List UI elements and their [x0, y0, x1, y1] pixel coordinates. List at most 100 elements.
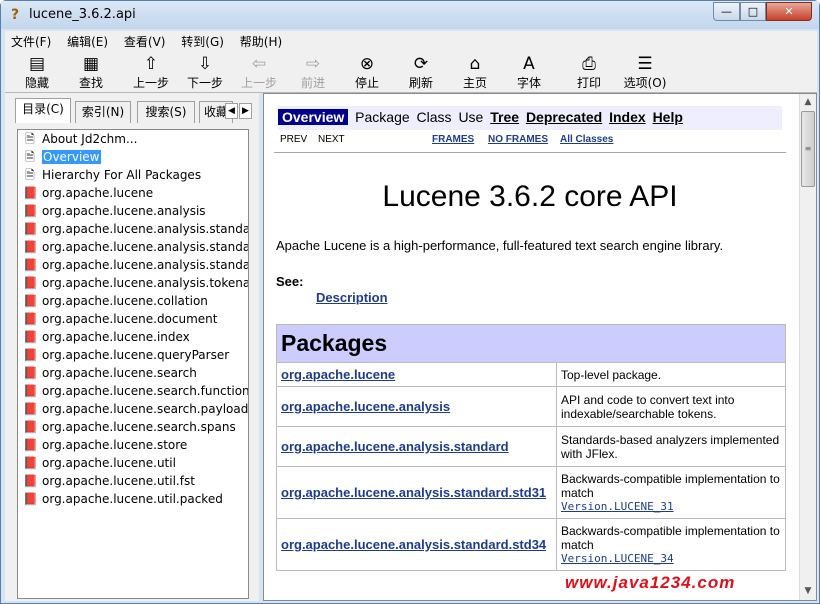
toolbar-button-label: 打印	[576, 76, 601, 90]
tab-scroll-left-icon[interactable]: ◀	[225, 103, 238, 119]
close-button[interactable]: ✕	[766, 2, 812, 21]
tree-item-label: org.apache.lucene.collation	[42, 294, 208, 308]
toolbar-button-label: 隐藏	[24, 76, 49, 90]
stop-icon: ⊗	[359, 54, 375, 74]
table-row: org.apache.lucene Top-level package.	[276, 362, 786, 387]
tree-item[interactable]: 📕 org.apache.lucene.util.packed	[18, 490, 248, 508]
nav-overview: Overview	[278, 109, 349, 125]
all-classes-link[interactable]: All Classes	[560, 134, 613, 145]
book-icon: 📕	[23, 222, 38, 236]
package-description: Backwards-compatible implementation to m…	[561, 524, 780, 552]
table-row: org.apache.lucene.analysis.standard Stand…	[276, 426, 786, 467]
tree-item-label: org.apache.lucene.analysis.standard	[42, 258, 249, 272]
toolbar-button-6[interactable]: ⊗ 停止	[341, 54, 393, 91]
tab-index[interactable]: 索引(N)	[75, 101, 131, 123]
nav-use: Use	[458, 109, 484, 125]
nav-tree-link[interactable]: Tree	[490, 109, 519, 125]
menu-go[interactable]: 转到(G)	[175, 31, 230, 52]
nav-package: Package	[355, 109, 410, 125]
nav-help-link[interactable]: Help	[653, 109, 683, 125]
tree-item[interactable]: 📕 org.apache.lucene.analysis.tokenattr	[18, 274, 248, 292]
tab-search[interactable]: 搜索(S)	[137, 101, 195, 123]
toolbar-button-5[interactable]: ⇨ 前进	[287, 54, 339, 91]
nav-index-link[interactable]: Index	[609, 109, 646, 125]
tree-item-label: org.apache.lucene.analysis	[42, 204, 206, 218]
toolbar-button-9[interactable]: A 字体	[503, 54, 555, 91]
table-row: org.apache.lucene.analysis.standard.std3…	[276, 518, 786, 571]
toolbar-button-2[interactable]: ⇧ 上一步	[125, 54, 177, 91]
book-icon: 📕	[23, 240, 38, 254]
scroll-up-icon[interactable]: ▲	[800, 94, 816, 111]
tree-item[interactable]: 📕 org.apache.lucene.collation	[18, 292, 248, 310]
package-link[interactable]: org.apache.lucene.analysis.standard	[281, 439, 509, 454]
frames-link[interactable]: FRAMES	[432, 134, 474, 145]
book-icon: 📕	[23, 438, 38, 452]
tree-item[interactable]: 📕 org.apache.lucene.search	[18, 364, 248, 382]
no-frames-link[interactable]: NO FRAMES	[488, 134, 548, 145]
tree-item[interactable]: 📕 org.apache.lucene.search.function	[18, 382, 248, 400]
book-icon: 📕	[23, 312, 38, 326]
tree-item[interactable]: 📕 org.apache.lucene.search.payloads	[18, 400, 248, 418]
tree-item[interactable]: 📕 org.apache.lucene.analysis.standard	[18, 220, 248, 238]
toolbar-button-10[interactable]: ⎙ 打印	[563, 54, 615, 91]
book-icon: 📕	[23, 204, 38, 218]
navigation-pane: 目录(C) 索引(N) 搜索(S) 收藏 ◀ ▶ 🗎 About Jd2chm..…	[5, 93, 259, 601]
menu-view[interactable]: 查看(V)	[118, 31, 172, 52]
package-link[interactable]: org.apache.lucene.analysis.standard.std3…	[281, 485, 546, 500]
scroll-down-icon[interactable]: ▼	[800, 583, 816, 600]
tree-item-label: About Jd2chm...	[42, 132, 138, 146]
tree-item[interactable]: 📕 org.apache.lucene.util	[18, 454, 248, 472]
window-title: lucene_3.6.2.api	[29, 7, 136, 22]
tree-item-label: org.apache.lucene.analysis.standard	[42, 240, 249, 254]
menu-help[interactable]: 帮助(H)	[234, 31, 288, 52]
tree-item[interactable]: 📕 org.apache.lucene.analysis.standard	[18, 238, 248, 256]
tree-item[interactable]: 📕 org.apache.lucene.analysis	[18, 202, 248, 220]
toolbar-button-11[interactable]: ☰ 选项(O)	[619, 54, 671, 91]
version-link[interactable]: Version.LUCENE_34	[561, 552, 781, 565]
maximize-button[interactable]: □	[740, 2, 766, 21]
package-link[interactable]: org.apache.lucene.analysis.standard.std3…	[281, 537, 546, 552]
tree-item[interactable]: 📕 org.apache.lucene.document	[18, 310, 248, 328]
scroll-thumb[interactable]: ≡	[801, 111, 815, 187]
toolbar-button-8[interactable]: ⌂ 主页	[449, 54, 501, 91]
help-question-icon: ?	[10, 7, 20, 23]
package-link[interactable]: org.apache.lucene.analysis	[281, 399, 450, 414]
package-name-cell: org.apache.lucene.analysis.standard.std3…	[276, 518, 557, 571]
content-pane: Overview Package Class Use Tree Deprecat…	[263, 93, 817, 601]
tree-item[interactable]: 📕 org.apache.lucene.store	[18, 436, 248, 454]
toolbar-button-7[interactable]: ⟳ 刷新	[395, 54, 447, 91]
sub-nav: PREV NEXT FRAMES NO FRAMES All Classes	[278, 132, 782, 148]
find-icon: ▦	[82, 54, 100, 74]
packages-table: Packages org.apache.lucene Top-level pack…	[276, 324, 786, 571]
tree-item[interactable]: 📕 org.apache.lucene.queryParser	[18, 346, 248, 364]
tree-item[interactable]: 📕 org.apache.lucene.analysis.standard	[18, 256, 248, 274]
tree-item[interactable]: 📕 org.apache.lucene.util.fst	[18, 472, 248, 490]
menu-edit[interactable]: 编辑(E)	[61, 31, 114, 52]
tree-item[interactable]: 🗎 About Jd2chm...	[18, 130, 248, 148]
tree-item[interactable]: 📕 org.apache.lucene	[18, 184, 248, 202]
tree-item-label: org.apache.lucene.search.payloads	[42, 402, 249, 416]
tree-item[interactable]: 🗎 Overview	[18, 148, 248, 166]
tab-scroll-right-icon[interactable]: ▶	[239, 103, 252, 119]
nav-deprecated-link[interactable]: Deprecated	[526, 109, 602, 125]
toolbar-button-1[interactable]: ▦ 查找	[65, 54, 117, 91]
book-icon: 📕	[23, 474, 38, 488]
book-icon: 📕	[23, 366, 38, 380]
book-icon: 📕	[23, 492, 38, 506]
description-link[interactable]: Description	[316, 290, 388, 305]
vertical-scrollbar[interactable]: ▲ ≡ ▼	[799, 94, 816, 600]
minimize-button[interactable]: —	[713, 2, 740, 21]
tab-contents[interactable]: 目录(C)	[15, 98, 71, 123]
book-icon: 📕	[23, 456, 38, 470]
tree-item[interactable]: 📕 org.apache.lucene.index	[18, 328, 248, 346]
forward-arrow-icon: ⇨	[305, 54, 321, 74]
menu-file[interactable]: 文件(F)	[5, 31, 57, 52]
toolbar-button-3[interactable]: ⇩ 下一步	[179, 54, 231, 91]
toolbar-button-0[interactable]: ▤ 隐藏	[11, 54, 63, 91]
package-link[interactable]: org.apache.lucene	[281, 367, 395, 382]
tree-item[interactable]: 📕 org.apache.lucene.search.spans	[18, 418, 248, 436]
tree-item[interactable]: 🗎 Hierarchy For All Packages	[18, 166, 248, 184]
toolbar-button-4[interactable]: ⇦ 上一步	[233, 54, 285, 91]
options-icon: ☰	[637, 54, 653, 74]
version-link[interactable]: Version.LUCENE_31	[561, 500, 781, 513]
